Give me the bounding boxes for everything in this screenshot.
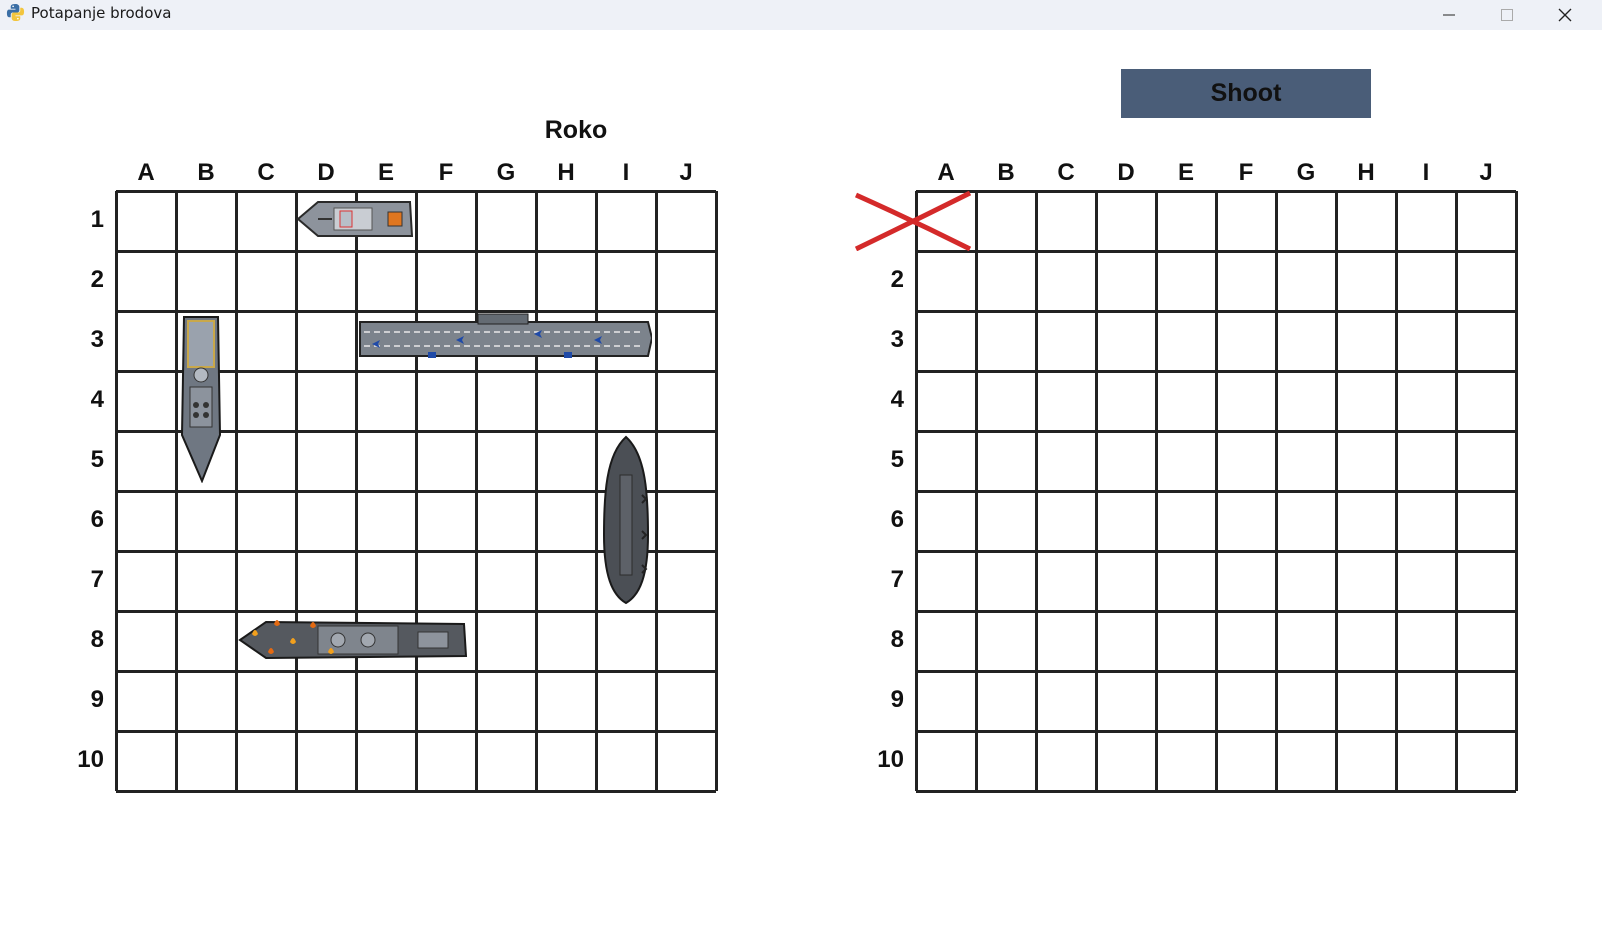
ship-destroyer: [180, 316, 222, 483]
own-board-row-label: 8: [90, 626, 104, 653]
own-board-grid-line-horizontal: [116, 790, 716, 793]
own-board-grid-line-horizontal: [116, 730, 716, 733]
shoot-button[interactable]: Shoot: [1121, 69, 1371, 118]
window-titlebar: Potapanje brodova: [0, 0, 1602, 30]
target-board-grid-line-vertical: [1275, 191, 1278, 791]
own-board-column-label: H: [557, 159, 575, 186]
ship-patrol-boat: [296, 201, 414, 237]
target-board-grid-line-horizontal: [916, 670, 1516, 673]
own-board-column-label: E: [377, 159, 394, 186]
python-app-icon: [6, 3, 25, 22]
target-board-row-label: 10: [877, 746, 904, 773]
window-title: Potapanje brodova: [31, 4, 172, 22]
target-board-row-label: 4: [890, 386, 904, 413]
target-board-column-label: D: [1117, 159, 1135, 186]
close-button[interactable]: [1536, 0, 1594, 30]
own-board-row-label: 5: [90, 446, 104, 473]
own-board-row-label: 10: [77, 746, 104, 773]
own-board-row-label: 7: [90, 566, 104, 593]
close-icon: [1558, 8, 1572, 22]
own-board-column-label: C: [257, 159, 275, 186]
target-board-row-label: 8: [890, 626, 904, 653]
own-board-column-label: F: [438, 159, 454, 186]
target-board-grid-line-horizontal: [916, 610, 1516, 613]
target-board-column-label: F: [1238, 159, 1254, 186]
target-board-column-label: G: [1296, 159, 1316, 186]
own-board-grid-line-vertical: [655, 191, 658, 791]
target-board-grid-line-vertical: [1515, 191, 1518, 791]
ship-battleship: [238, 620, 468, 660]
own-board-grid-line-vertical: [535, 191, 538, 791]
ship-submarine: [602, 435, 650, 605]
own-board-grid-line-vertical: [475, 191, 478, 791]
target-board-grid-line-vertical: [1395, 191, 1398, 791]
own-board-column-label: B: [197, 159, 215, 186]
own-board-grid-line-vertical: [715, 191, 718, 791]
target-board-row-label: 5: [890, 446, 904, 473]
own-board-row-label: 3: [90, 326, 104, 353]
own-board-grid-line-horizontal: [116, 670, 716, 673]
target-board[interactable]: ABCDEFGHIJ12345678910: [854, 159, 1518, 793]
miss-marker-x-icon: [854, 191, 972, 251]
own-board-column-label: A: [137, 159, 155, 186]
target-board-grid-line-vertical: [1455, 191, 1458, 791]
target-board-row-label: 9: [890, 686, 904, 713]
target-board-column-label: A: [937, 159, 955, 186]
target-board-grid-line-horizontal: [916, 730, 1516, 733]
target-board-column-label: I: [1422, 159, 1430, 186]
target-board-grid-line-horizontal: [916, 550, 1516, 553]
maximize-button[interactable]: [1478, 0, 1536, 30]
target-board-column-label: C: [1057, 159, 1075, 186]
own-board-row-label: 9: [90, 686, 104, 713]
own-board-column-label: D: [317, 159, 335, 186]
own-board-column-label: I: [622, 159, 630, 186]
own-board-row-label: 4: [90, 386, 104, 413]
target-board-grid-line-vertical: [1335, 191, 1338, 791]
own-board-column-label: J: [679, 159, 693, 186]
ship-aircraft-carrier: [359, 313, 652, 358]
target-board-row-label: 2: [890, 266, 904, 293]
target-board-row-label: 7: [890, 566, 904, 593]
target-board-column-label: B: [997, 159, 1015, 186]
own-board-row-label: 2: [90, 266, 104, 293]
minimize-icon: [1443, 14, 1455, 16]
target-board-column-label: H: [1357, 159, 1375, 186]
minimize-button[interactable]: [1420, 0, 1478, 30]
target-board-row-label: 6: [890, 506, 904, 533]
target-board-grid-line-horizontal: [916, 790, 1516, 793]
own-board-row-label: 1: [90, 206, 104, 233]
maximize-icon: [1501, 9, 1513, 21]
target-board-column-label: E: [1177, 159, 1194, 186]
target-board-column-label: J: [1479, 159, 1493, 186]
target-board-row-label: 3: [890, 326, 904, 353]
own-board-row-label: 6: [90, 506, 104, 533]
own-board-column-label: G: [496, 159, 516, 186]
own-board: A B C D E F G H I J 1 2 3 4 5 6 7 8 9 10: [77, 159, 718, 793]
target-board-grid-line-horizontal: [916, 490, 1516, 493]
player-name: Roko: [544, 116, 608, 144]
